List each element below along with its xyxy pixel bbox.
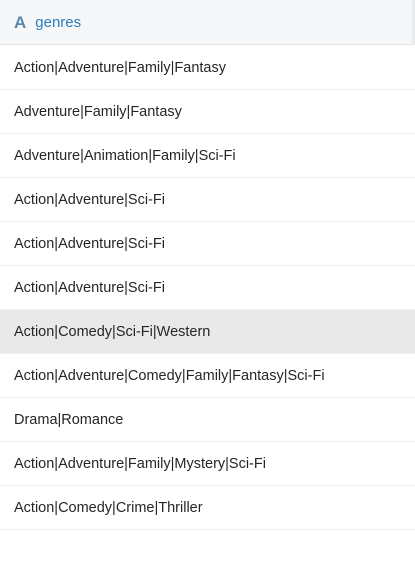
table-row[interactable]: Action|Comedy|Crime|Thriller [0, 486, 415, 530]
table-row-selected[interactable]: Action|Comedy|Sci-Fi|Western [0, 310, 415, 354]
data-table: A genres Action|Adventure|Family|Fantasy… [0, 0, 415, 568]
table-row[interactable]: Drama|Romance [0, 398, 415, 442]
table-row[interactable]: Adventure|Family|Fantasy [0, 90, 415, 134]
table-row[interactable] [0, 530, 415, 568]
column-header-genres[interactable]: A genres [0, 0, 415, 45]
text-type-icon: A [14, 12, 27, 32]
table-row[interactable]: Adventure|Animation|Family|Sci-Fi [0, 134, 415, 178]
table-row[interactable]: Action|Adventure|Comedy|Family|Fantasy|S… [0, 354, 415, 398]
table-row[interactable]: Action|Adventure|Sci-Fi [0, 266, 415, 310]
table-body: Action|Adventure|Family|Fantasy Adventur… [0, 46, 415, 568]
table-row[interactable]: Action|Adventure|Sci-Fi [0, 222, 415, 266]
table-row[interactable]: Action|Adventure|Family|Mystery|Sci-Fi [0, 442, 415, 486]
table-row[interactable]: Action|Adventure|Sci-Fi [0, 178, 415, 222]
table-row[interactable]: Action|Adventure|Family|Fantasy [0, 46, 415, 90]
column-header-label[interactable]: genres [35, 14, 81, 31]
